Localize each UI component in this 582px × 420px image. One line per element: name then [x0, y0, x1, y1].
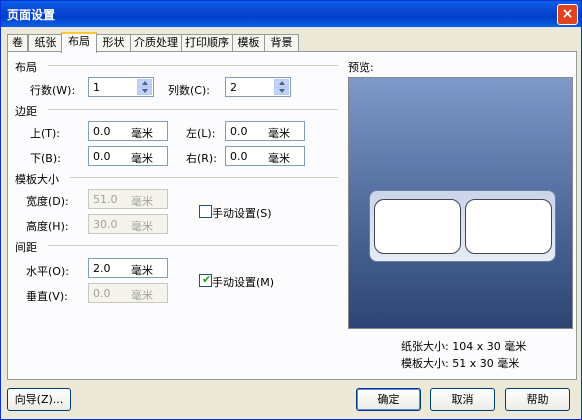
paper-size-text: 纸张大小: 104 x 30 毫米	[401, 340, 527, 353]
spacing-group-divider	[48, 245, 338, 246]
vertical-label: 垂直(V):	[26, 290, 68, 303]
margin-bottom-label: 下(B):	[30, 152, 61, 165]
template-manual-checkbox[interactable]	[199, 205, 212, 218]
rows-spin-down-icon[interactable]	[137, 87, 152, 95]
spacing-group-title: 间距	[15, 241, 37, 254]
margin-right-input[interactable]: 0.0 毫米	[225, 146, 305, 166]
width-label: 宽度(D):	[26, 195, 69, 208]
tab-layout[interactable]: 布局	[61, 32, 97, 53]
horizontal-input[interactable]: 2.0 毫米	[88, 258, 168, 278]
window-title: 页面设置	[7, 8, 56, 22]
close-button[interactable]: ×	[557, 4, 578, 25]
template-manual-label[interactable]: 手动设置(S)	[212, 205, 272, 221]
spacing-manual-label[interactable]: 手动设置(M)	[212, 274, 274, 290]
ok-button[interactable]: 确定	[356, 388, 421, 411]
tab-paper[interactable]: 纸张	[28, 34, 63, 52]
cols-spin-up-icon[interactable]	[274, 79, 289, 87]
check-icon: ✔	[202, 273, 212, 286]
horizontal-label: 水平(O):	[26, 265, 69, 278]
margin-top-input[interactable]: 0.0 毫米	[88, 121, 168, 141]
layout-group-title: 布局	[15, 61, 37, 74]
close-icon: ×	[561, 6, 574, 22]
cols-spin-down-icon[interactable]	[274, 87, 289, 95]
wizard-button[interactable]: 向导(Z)...	[7, 388, 71, 411]
rows-spinner[interactable]	[137, 79, 152, 95]
tab-background[interactable]: 背景	[264, 34, 299, 52]
template-size-group-title: 模板大小	[15, 173, 59, 186]
margin-left-label: 左(L):	[186, 127, 216, 140]
template-size-group-divider	[70, 177, 338, 178]
label-roll-preview	[369, 190, 556, 262]
margin-group-title: 边距	[15, 105, 37, 118]
cols-spinner[interactable]	[274, 79, 289, 95]
tab-shape[interactable]: 形状	[96, 34, 131, 52]
layout-panel: 布局 行数(W): 1 列数(C): 2 边距 上(T): 0.0 毫米 左(L…	[7, 51, 577, 380]
rows-label: 行数(W):	[30, 84, 76, 97]
margin-bottom-input[interactable]: 0.0 毫米	[88, 146, 168, 166]
preview-title: 预览:	[348, 61, 374, 74]
rows-input[interactable]: 1	[88, 77, 154, 97]
margin-top-label: 上(T):	[30, 127, 61, 140]
margin-group-divider	[48, 109, 338, 110]
margin-left-input[interactable]: 0.0 毫米	[225, 121, 305, 141]
tab-print-order[interactable]: 打印顺序	[181, 34, 233, 52]
help-button[interactable]: 帮助	[505, 388, 570, 411]
template-size-text: 模板大小: 51 x 30 毫米	[401, 357, 520, 370]
cols-label: 列数(C):	[168, 84, 210, 97]
width-input: 51.0 毫米	[88, 189, 168, 209]
tab-media-handling[interactable]: 介质处理	[130, 34, 182, 52]
height-input: 30.0 毫米	[88, 214, 168, 234]
cancel-button[interactable]: 取消	[430, 388, 495, 411]
vertical-input: 0.0 毫米	[88, 283, 168, 303]
cols-input[interactable]: 2	[225, 77, 291, 97]
label-preview-2	[465, 199, 552, 254]
label-preview-1	[374, 199, 461, 254]
margin-right-label: 右(R):	[186, 152, 217, 165]
height-label: 高度(H):	[26, 220, 69, 233]
spacing-manual-checkbox[interactable]: ✔	[199, 273, 212, 287]
tab-volume[interactable]: 卷	[7, 34, 28, 52]
rows-spin-up-icon[interactable]	[137, 79, 152, 87]
tab-template[interactable]: 模板	[232, 34, 265, 52]
page-setup-dialog: 页面设置 × 卷 纸张 布局 形状 介质处理 打印顺序 模板 背景 布局 行数(…	[0, 0, 582, 420]
layout-group-divider	[48, 65, 338, 66]
preview-canvas	[348, 77, 573, 329]
title-bar[interactable]: 页面设置 ×	[1, 1, 581, 27]
